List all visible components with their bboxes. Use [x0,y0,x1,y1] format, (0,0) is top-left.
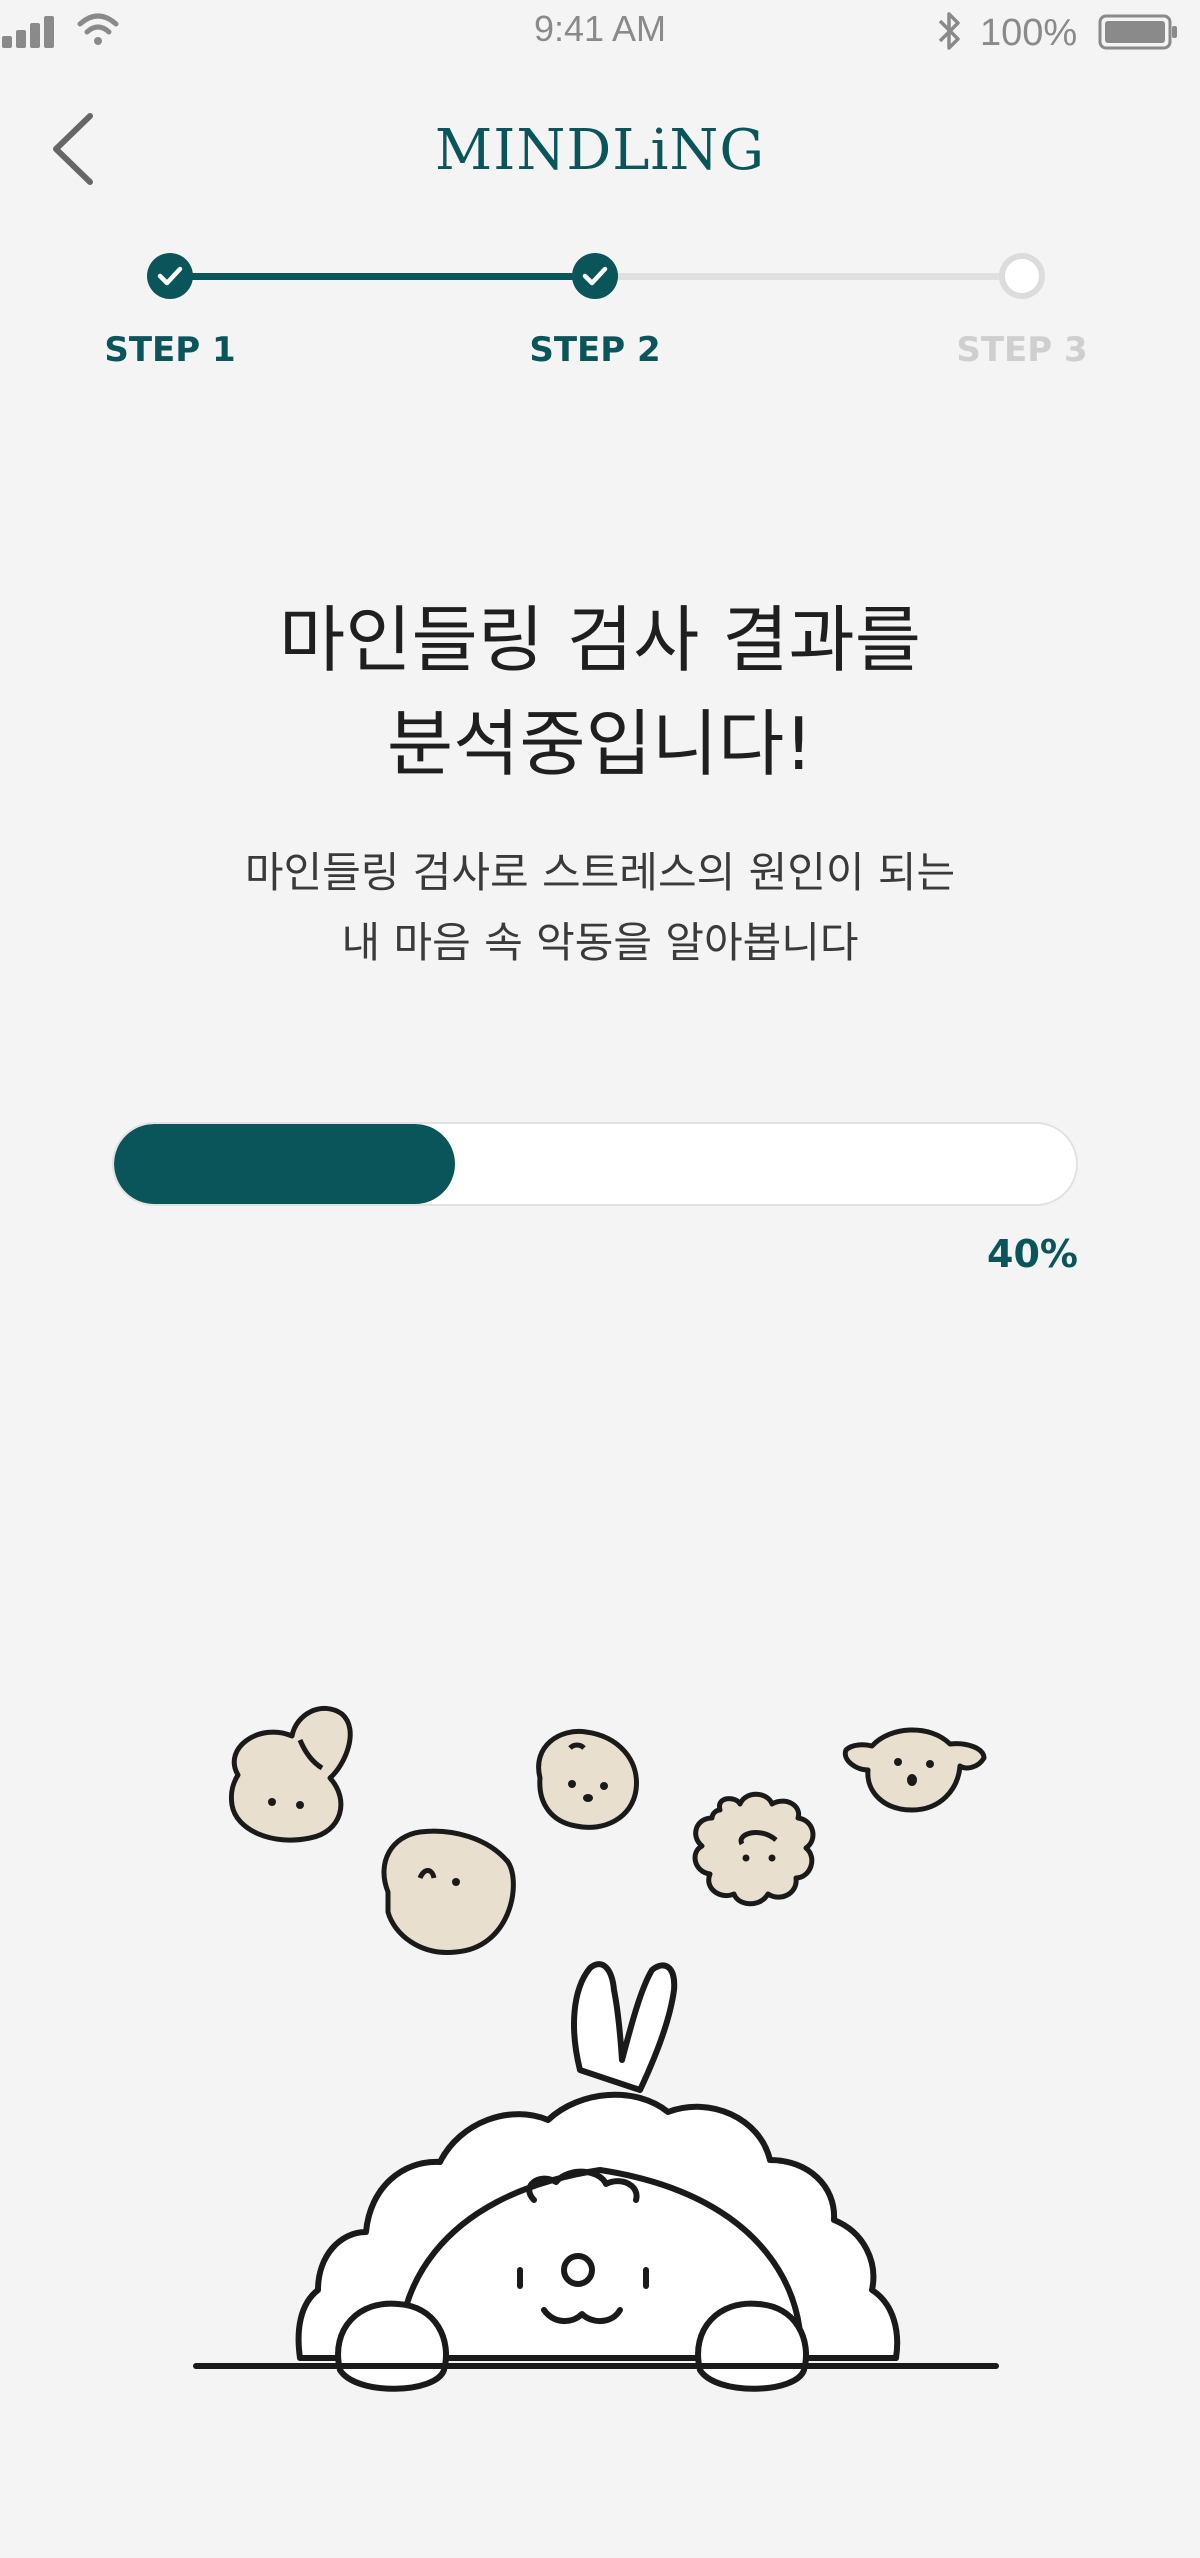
bun-character-icon [536,1728,639,1830]
step-2-check-icon [572,253,618,299]
title-line-2: 분석중입니다! [386,702,814,786]
blob-character-icon [381,1828,516,1955]
progress-percent: 40% [987,1232,1078,1276]
step-2-label: STEP 2 [529,330,661,370]
analysis-progress-bar [112,1122,1078,1206]
subtitle-line-1: 마인들링 검사로 스트레스의 원인이 되는 [244,848,956,897]
mindling-characters-illustration [193,1706,999,2392]
subtitle-line-2: 내 마음 속 악동을 알아봅니다 [341,918,859,967]
step-3-circle-icon [999,253,1045,299]
step-line-pending [596,273,1022,280]
title-line-1: 마인들링 검사 결과를 [279,598,921,682]
sheep-character-icon [842,1727,987,1813]
step-3-label: STEP 3 [956,330,1088,370]
step-1-check-icon [147,253,193,299]
step-1-label: STEP 1 [104,330,236,370]
page-subtitle: 마인들링 검사로 스트레스의 원인이 되는 내 마음 속 악동을 알아봅니다 [0,838,1200,978]
step-progress-indicator: STEP 1 STEP 2 STEP 3 [0,0,1200,400]
progress-bar-fill [114,1124,455,1204]
step-line-completed [170,273,596,280]
lion-character-icon [692,1791,816,1907]
cloud-character-icon [295,1961,901,2392]
bunny-character-icon [228,1706,353,1843]
page-title: 마인들링 검사 결과를 분석중입니다! [0,588,1200,796]
